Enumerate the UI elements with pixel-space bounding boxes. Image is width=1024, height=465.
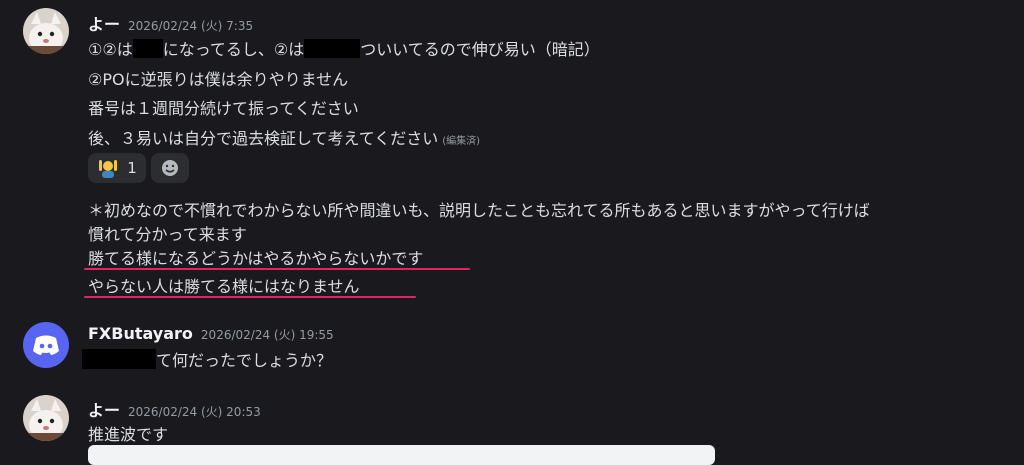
- annotation-underline: [84, 296, 416, 298]
- message-line-2: ②POに逆張りは僕は余りやりません: [88, 70, 349, 89]
- attachment-embed[interactable]: [88, 445, 715, 465]
- redaction-block: [304, 39, 361, 58]
- text-segment: て何だったでしょうか？: [156, 351, 333, 370]
- message-header: よー 2026/02/24 (火) 7:35: [88, 11, 253, 35]
- add-reaction-button[interactable]: [151, 153, 189, 183]
- text-segment: ついいてるので伸び易い（暗記）: [360, 40, 600, 59]
- avatar[interactable]: [23, 322, 69, 368]
- timestamp: 2026/02/24 (火) 20:53: [128, 405, 261, 419]
- message-line-6: 慣れて分かって来ます: [88, 225, 247, 244]
- message-line-4: 後、３易いは自分で過去検証して考えてください (編集済): [88, 125, 480, 149]
- edited-label: (編集済): [442, 136, 481, 147]
- avatar[interactable]: [23, 8, 69, 54]
- message-line-1: て何だったでしょうか？: [82, 347, 332, 371]
- timestamp: 2026/02/24 (火) 7:35: [128, 19, 254, 33]
- timestamp: 2026/02/24 (火) 19:55: [200, 328, 334, 342]
- text-segment: 後、３易いは自分で過去検証して考えてください: [88, 129, 439, 148]
- message-line-1: 推進波です: [88, 425, 169, 444]
- message-line-7: 勝てる様になるどうかはやるかやらないかです: [88, 249, 424, 268]
- reaction-count: 1: [127, 159, 137, 177]
- redaction-block: [132, 39, 163, 58]
- message-line-8: やらない人は勝てる様にはなりません: [88, 277, 360, 296]
- text-segment: ①②は: [88, 40, 133, 59]
- author-name[interactable]: よー: [88, 401, 120, 420]
- message-line-3: 番号は１週間分続けて振ってください: [88, 99, 359, 118]
- cat-avatar-icon: [23, 8, 69, 54]
- message-1: よー 2026/02/24 (火) 7:35 ①②は になってるし、②は ついいてるの…: [0, 0, 1024, 310]
- message-2: FXButayaro 2026/02/24 (火) 19:55 て何だったでしょう…: [0, 310, 1024, 385]
- author-name[interactable]: よー: [88, 15, 120, 34]
- redaction-block: [82, 349, 156, 369]
- message-header: FXButayaro 2026/02/24 (火) 19:55: [88, 324, 334, 343]
- message-line-5: ＊初めなので不慣れでわからない所や間違いも、説明したことも忘れてる所もあると思い…: [88, 201, 870, 220]
- reaction-raising-hand[interactable]: 1: [88, 153, 146, 183]
- person-raising-hand-icon: [99, 160, 118, 178]
- avatar[interactable]: [23, 395, 69, 441]
- message-header: よー 2026/02/24 (火) 20:53: [88, 397, 261, 421]
- cat-avatar-icon: [23, 395, 69, 441]
- message-line-1: ①②は になってるし、②は ついいてるので伸び易い（暗記）: [88, 36, 600, 60]
- discord-logo-icon: [33, 335, 59, 355]
- text-segment: になってるし、②は: [162, 40, 305, 59]
- annotation-underline: [84, 268, 470, 270]
- author-name[interactable]: FXButayaro: [88, 324, 193, 343]
- add-reaction-icon: [162, 160, 178, 176]
